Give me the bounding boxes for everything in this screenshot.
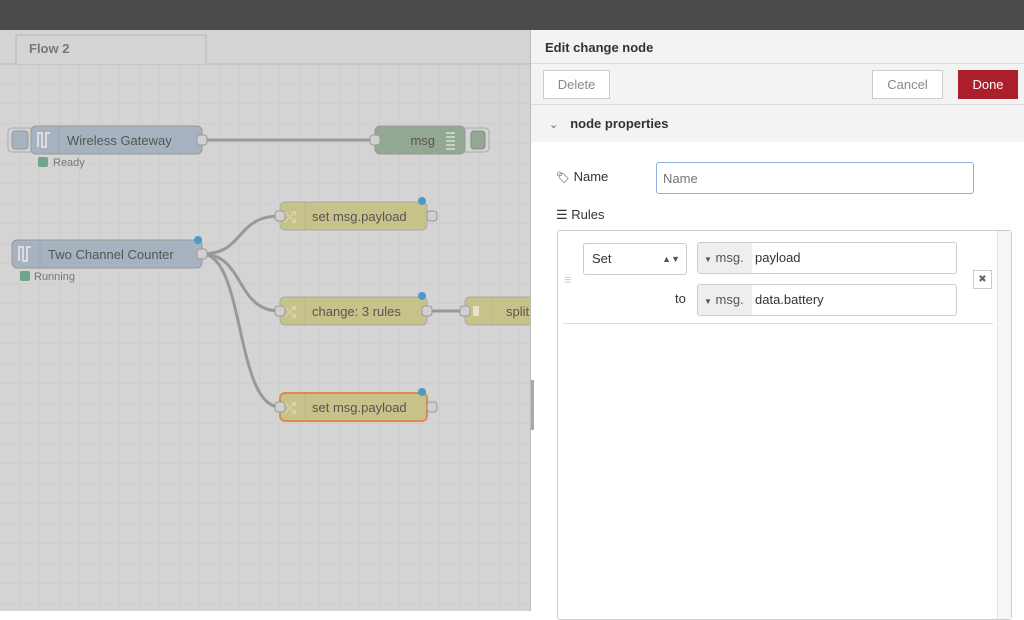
node-status: Running: [34, 271, 75, 283]
panel-resize-handle[interactable]: [531, 380, 534, 430]
section-title: node properties: [570, 116, 669, 131]
panel-title: Edit change node: [531, 30, 1024, 64]
node-label: set msg.payload: [312, 209, 407, 224]
changed-indicator: [194, 236, 202, 244]
node-set-msg-payload[interactable]: ⤮ set msg.payload: [274, 197, 438, 231]
done-button[interactable]: Done: [958, 70, 1018, 99]
status-dot: [38, 157, 48, 167]
shuffle-icon: ⤮: [284, 304, 296, 321]
shuffle-icon: ⤮: [284, 400, 296, 417]
cancel-button[interactable]: Cancel: [872, 70, 943, 99]
tag-icon: 🏷: [556, 172, 570, 184]
node-label: Two Channel Counter: [48, 247, 174, 262]
node-properties-section[interactable]: ⌄ node properties: [531, 105, 1024, 142]
panel-toolbar: Delete Cancel Done: [531, 64, 1024, 105]
flow-canvas[interactable]: Flow 2 Wireless Gateway Ready msg Two Ch…: [0, 30, 530, 611]
remove-rule-button[interactable]: ✖: [973, 270, 992, 289]
node-label: Wireless Gateway: [67, 133, 172, 148]
output-port[interactable]: [196, 134, 208, 146]
scrollbar[interactable]: [997, 231, 1011, 619]
caret-down-icon: ▼: [704, 297, 712, 306]
node-change-3-rules[interactable]: ⤮ change: 3 rules: [274, 292, 433, 326]
name-input[interactable]: [656, 162, 974, 194]
name-label: 🏷 Name: [556, 169, 609, 184]
to-label: to: [675, 291, 686, 306]
rule-target-input[interactable]: ▼ msg. payload: [697, 242, 957, 274]
node-set-msg-payload-selected[interactable]: ⤮ set msg.payload: [274, 388, 438, 422]
rules-label: ☰ Rules: [556, 207, 605, 222]
input-port[interactable]: [369, 134, 381, 146]
chevron-down-icon: ⌄: [549, 119, 559, 131]
node-label: split: [506, 304, 530, 319]
node-label: change: 3 rules: [312, 304, 401, 319]
rule-source-input[interactable]: ▼ msg. data.battery: [697, 284, 957, 316]
top-bar: [0, 0, 1024, 30]
drag-handle-icon[interactable]: ≡: [564, 272, 572, 287]
output-port[interactable]: [196, 248, 208, 260]
node-debug-msg[interactable]: msg: [369, 125, 490, 155]
node-split[interactable]: split: [459, 296, 530, 326]
select-arrows-icon: ▲▼: [662, 254, 680, 264]
tab-flow-2[interactable]: Flow 2: [15, 34, 207, 64]
caret-down-icon: ▼: [704, 255, 712, 264]
shuffle-icon: ⤮: [284, 209, 296, 226]
split-icon: [473, 306, 479, 316]
delete-button[interactable]: Delete: [543, 70, 610, 99]
close-icon: ✖: [978, 274, 987, 285]
node-label: msg: [410, 133, 435, 148]
list-icon: ☰: [556, 207, 568, 222]
node-label: set msg.payload: [312, 400, 407, 415]
rule-action-select[interactable]: Set ▲▼: [583, 243, 687, 275]
node-status: Ready: [53, 157, 85, 169]
tab-label: Flow 2: [29, 41, 69, 56]
status-dot: [20, 271, 30, 281]
